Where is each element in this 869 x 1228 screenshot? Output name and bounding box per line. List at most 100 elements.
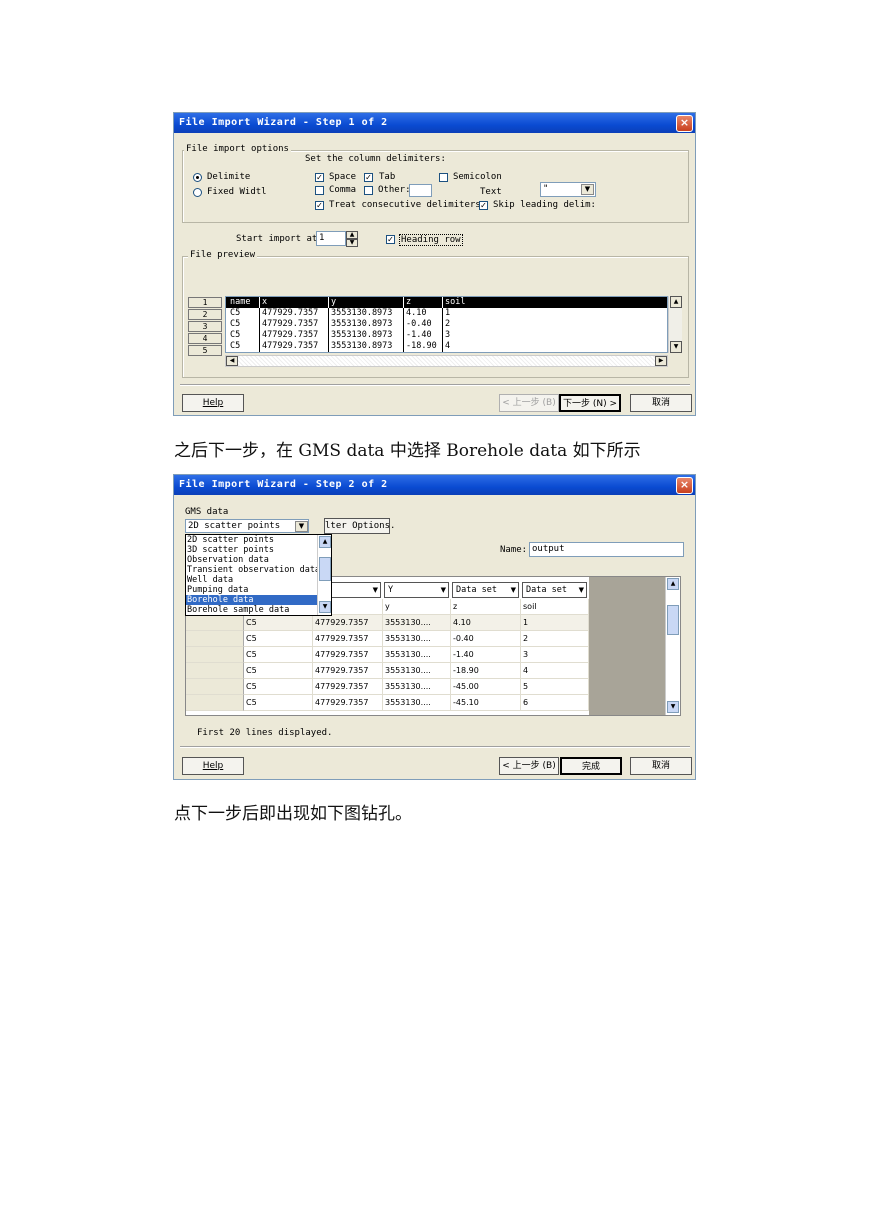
cancel-button[interactable]: 取消 xyxy=(630,757,692,775)
row-number-button[interactable]: 5 xyxy=(188,345,222,356)
chevron-down-icon[interactable]: ▼ xyxy=(373,583,378,597)
row-number-button[interactable]: 4 xyxy=(188,333,222,344)
cancel-button[interactable]: 取消 xyxy=(630,394,692,412)
step2-titlebar: File Import Wizard - Step 2 of 2 xyxy=(174,475,695,495)
scroll-down-icon[interactable]: ▼ xyxy=(670,341,682,353)
tab-checkbox[interactable]: ✓ xyxy=(364,173,373,182)
chevron-down-icon[interactable]: ▼ xyxy=(511,583,516,597)
text-qualifier-label: Text xyxy=(480,187,502,197)
row-header xyxy=(186,615,244,631)
row-number-button[interactable]: 1 xyxy=(188,297,222,308)
step1-titlebar: File Import Wizard - Step 1 of 2 xyxy=(174,113,695,133)
scroll-up-icon[interactable]: ▲ xyxy=(670,296,682,308)
scroll-down-icon[interactable]: ▼ xyxy=(667,701,679,713)
scroll-up-icon[interactable]: ▲ xyxy=(319,536,331,548)
dropdown-option[interactable]: 3D scatter points xyxy=(186,545,331,555)
preview-cell: -0.40 xyxy=(403,319,442,330)
row-number-button[interactable]: 2 xyxy=(188,309,222,320)
scroll-right-icon[interactable]: ▶ xyxy=(655,356,667,366)
table-cell: 3553130.... xyxy=(383,695,451,711)
start-import-label: Start import at xyxy=(236,234,318,244)
preview-cell: 477929.7357 xyxy=(259,308,328,319)
help-button[interactable]: Help xyxy=(182,757,244,775)
semicolon-label: Semicolon xyxy=(453,172,502,182)
preview-cell: 3553130.8973 xyxy=(328,308,403,319)
back-button[interactable]: < 上一步 (B) xyxy=(499,757,559,775)
other-checkbox[interactable] xyxy=(364,186,373,195)
column-type-select[interactable]: Data set ▼ xyxy=(522,582,587,598)
heading-row-checkbox[interactable]: ✓ xyxy=(386,235,395,244)
back-button[interactable]: < 上一步 (B) xyxy=(499,394,559,412)
space-checkbox[interactable]: ✓ xyxy=(315,173,324,182)
column-type-select[interactable]: Y ▼ xyxy=(384,582,449,598)
scroll-down-icon[interactable]: ▼ xyxy=(319,601,331,613)
preview-hscrollbar[interactable]: ◀ ▶ xyxy=(225,355,668,367)
row-header xyxy=(186,695,244,711)
chevron-down-icon[interactable]: ▼ xyxy=(441,583,446,597)
scroll-up-icon[interactable]: ▲ xyxy=(667,578,679,590)
dropdown-option[interactable]: Borehole sample data xyxy=(186,605,331,615)
scroll-thumb[interactable] xyxy=(319,557,331,581)
fixed-width-radio[interactable] xyxy=(193,188,202,197)
preview-cell: 3553130.8973 xyxy=(328,330,403,341)
name-input[interactable]: output xyxy=(529,542,684,557)
preview-cell: 3553130.8973 xyxy=(328,319,403,330)
header-cell: name xyxy=(230,297,251,307)
table-cell: 1 xyxy=(521,615,589,631)
table-cell: 3553130.... xyxy=(383,679,451,695)
table-cell: 3553130.... xyxy=(383,663,451,679)
row-number-button[interactable]: 3 xyxy=(188,321,222,332)
dropdown-option[interactable]: Observation data xyxy=(186,555,331,565)
filter-options-button[interactable]: lter Options. xyxy=(324,518,395,534)
row-header xyxy=(186,663,244,679)
next-button[interactable]: 下一步 (N) > xyxy=(559,394,621,412)
step2-title: File Import Wizard - Step 2 of 2 xyxy=(179,479,388,490)
table-cell: 6 xyxy=(521,695,589,711)
help-button[interactable]: Help xyxy=(182,394,244,412)
spin-up-icon[interactable]: ▲ xyxy=(346,231,358,239)
scroll-thumb[interactable] xyxy=(667,605,679,635)
table-cell: -1.40 xyxy=(451,647,521,663)
grid-vscrollbar[interactable]: ▲ ▼ xyxy=(665,577,680,715)
chevron-down-icon[interactable]: ▼ xyxy=(295,521,308,532)
semicolon-checkbox[interactable] xyxy=(439,173,448,182)
other-delimiter-input[interactable] xyxy=(409,184,432,197)
preview-cell: C5 xyxy=(230,319,241,329)
chevron-down-icon[interactable]: ▼ xyxy=(579,583,584,597)
footer-separator xyxy=(180,384,690,386)
gms-data-dropdown-list[interactable]: 2D scatter points 3D scatter points Observ… xyxy=(185,534,332,616)
table-cell: 477929.7357 xyxy=(313,663,383,679)
chevron-down-icon[interactable]: ▼ xyxy=(581,184,594,195)
dropdown-option[interactable]: Well data xyxy=(186,575,331,585)
delimited-radio[interactable] xyxy=(193,173,202,182)
treat-consecutive-checkbox[interactable]: ✓ xyxy=(315,201,324,210)
dropdown-option[interactable]: Borehole data xyxy=(186,595,331,605)
spin-down-icon[interactable]: ▼ xyxy=(346,239,358,247)
caption-step2: 之后下一步，在 GMS data 中选择 Borehole data 如下所示 xyxy=(174,441,641,461)
table-cell: 5 xyxy=(521,679,589,695)
close-icon[interactable]: × xyxy=(676,115,693,132)
dropdown-option[interactable]: Pumping data xyxy=(186,585,331,595)
dropdown-option[interactable]: 2D scatter points xyxy=(186,535,331,545)
start-import-input[interactable]: 1 xyxy=(316,231,346,246)
scroll-left-icon[interactable]: ◀ xyxy=(226,356,238,366)
column-type-select[interactable]: Data set ▼ xyxy=(452,582,519,598)
comma-checkbox[interactable] xyxy=(315,186,324,195)
column-header: z xyxy=(451,599,521,615)
dropdown-scrollbar[interactable]: ▲ ▼ xyxy=(317,535,331,615)
gms-options: 2D scatter points 3D scatter points Observ… xyxy=(186,535,331,615)
preview-cell: 4.10 xyxy=(403,308,442,319)
dropdown-option[interactable]: Transient observation data xyxy=(186,565,331,575)
header-cell: z xyxy=(403,297,442,308)
other-label: Other: xyxy=(378,185,411,195)
caption-borehole: 点下一步后即出现如下图钻孔。 xyxy=(174,804,412,824)
close-icon[interactable]: × xyxy=(676,477,693,494)
preview-vscrollbar[interactable]: ▲ ▼ xyxy=(668,296,682,353)
gms-data-select[interactable]: 2D scatter points xyxy=(185,519,309,533)
header-cell: x xyxy=(259,297,328,308)
preview-cell: -1.40 xyxy=(403,330,442,341)
skip-leading-checkbox[interactable]: ✓ xyxy=(479,201,488,210)
tab-label: Tab xyxy=(379,172,396,182)
name-label: Name: xyxy=(500,545,528,555)
finish-button[interactable]: 完成 xyxy=(560,757,622,775)
